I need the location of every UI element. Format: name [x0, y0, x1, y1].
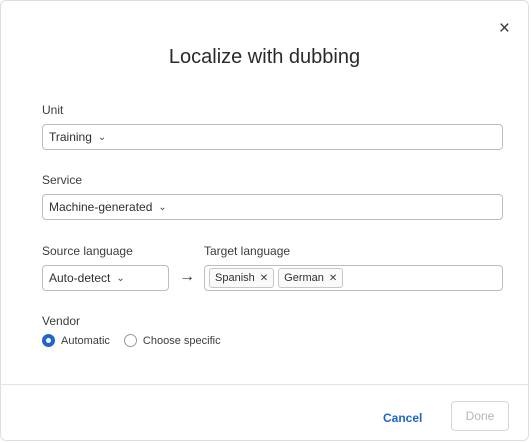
vendor-radio-group: Automatic Choose specific [42, 334, 235, 347]
source-language-value: Auto-detect [49, 271, 111, 285]
chevron-down-icon: ⌄ [158, 201, 167, 213]
footer-divider [1, 384, 528, 385]
service-label: Service [42, 173, 83, 187]
radio-automatic[interactable]: Automatic [42, 334, 110, 347]
chip-label: Spanish [215, 272, 255, 284]
language-chip-spanish: Spanish ✕ [209, 268, 275, 288]
localize-dialog: × Localize with dubbing Unit Training ⌄ … [0, 0, 529, 441]
radio-label: Automatic [61, 334, 110, 347]
done-button[interactable]: Done [451, 401, 509, 431]
language-chip-german: German ✕ [278, 268, 344, 288]
vendor-label: Vendor [42, 314, 81, 328]
chevron-down-icon: ⌄ [116, 272, 125, 284]
chevron-down-icon: ⌄ [97, 131, 107, 143]
chip-label: German [284, 272, 324, 284]
close-icon[interactable]: × [499, 19, 510, 38]
source-language-label: Source language [42, 244, 133, 258]
remove-icon[interactable]: ✕ [329, 273, 337, 284]
radio-label: Choose specific [142, 334, 221, 347]
target-language-label: Target language [204, 244, 291, 258]
cancel-button[interactable]: Cancel [383, 411, 422, 425]
dialog-title: Localize with dubbing [168, 46, 361, 68]
service-value: Machine-generated [49, 200, 153, 214]
arrow-right-icon: → [179, 268, 195, 285]
radio-unchecked-icon[interactable] [123, 334, 137, 347]
service-select[interactable]: Machine-generated ⌄ [42, 194, 503, 220]
target-language-input[interactable]: Spanish ✕ German ✕ [204, 265, 503, 291]
radio-checked-icon[interactable] [42, 334, 55, 347]
remove-icon[interactable]: ✕ [260, 273, 268, 284]
radio-choose-specific[interactable]: Choose specific [123, 334, 221, 347]
unit-label: Unit [42, 103, 64, 117]
unit-value: Training [49, 130, 92, 144]
source-language-select[interactable]: Auto-detect ⌄ [42, 265, 169, 291]
unit-select[interactable]: Training ⌄ [42, 124, 503, 150]
